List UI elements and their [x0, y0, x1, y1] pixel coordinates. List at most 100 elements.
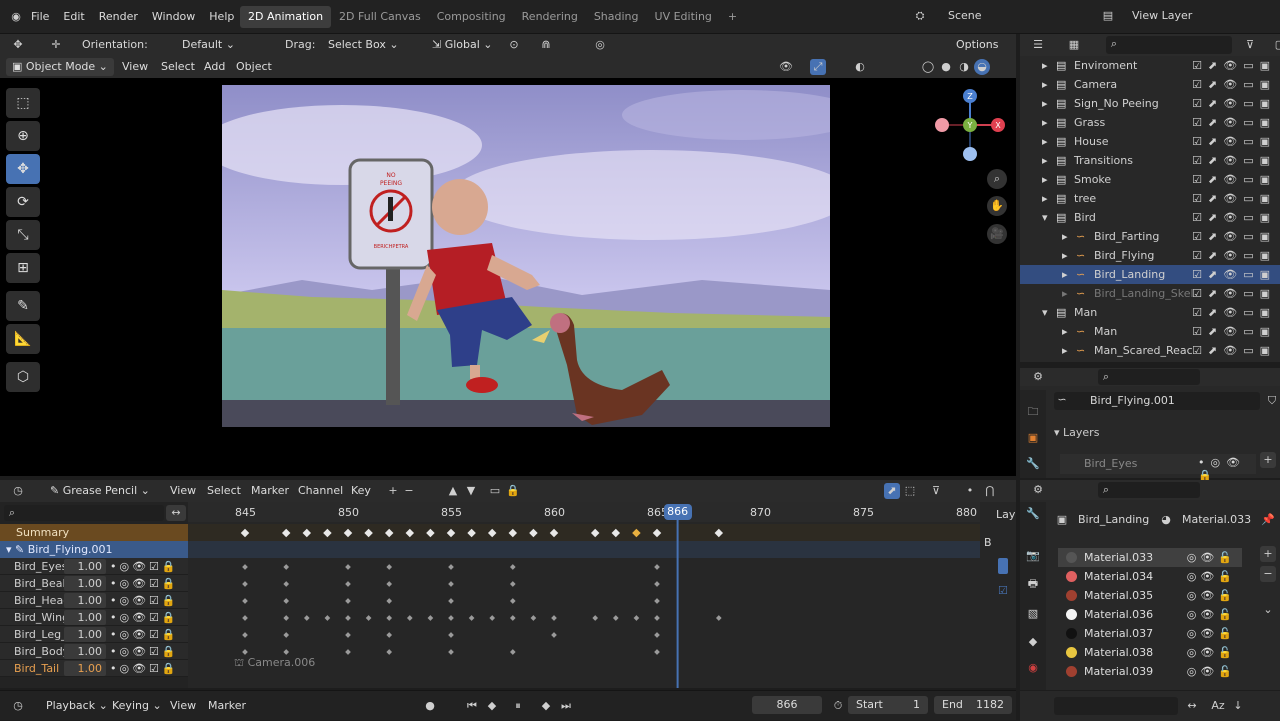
keyframe[interactable] — [343, 528, 353, 538]
keyframe[interactable] — [551, 615, 557, 621]
menu-window[interactable]: Window — [145, 0, 202, 34]
keyframe[interactable] — [654, 632, 660, 638]
keyframe[interactable] — [386, 598, 393, 604]
new-collection-icon[interactable]: ▢ — [1272, 37, 1280, 53]
material-search-input[interactable]: ⌕ — [1098, 482, 1200, 498]
scene-tab-icon[interactable]: ◆ — [1025, 634, 1041, 650]
channel-toggle-icons[interactable]: •◎👁☑🔒 — [110, 558, 179, 575]
keyframe[interactable] — [551, 632, 557, 638]
remove-layer-icon[interactable]: − — [401, 483, 417, 499]
keyframe[interactable] — [365, 615, 372, 621]
marker[interactable]: ⛫ Camera.006 — [234, 656, 315, 671]
proportional-edit-icon[interactable]: ◎ — [592, 37, 608, 53]
world-tab-icon[interactable]: ◉ — [1025, 660, 1041, 676]
filter-icon[interactable]: ⊽ — [928, 483, 944, 499]
keyframe[interactable] — [345, 564, 351, 570]
outliner-editor-type-icon[interactable]: ☰ — [1030, 37, 1046, 53]
outliner-row[interactable]: ▸ ▤ House ☑⬈👁▭▣ — [1020, 132, 1280, 151]
outliner-row[interactable]: ▾ ▤ Bird ☑⬈👁▭▣ — [1020, 208, 1280, 227]
keyframe[interactable] — [509, 615, 516, 621]
neg-z-axis-icon[interactable] — [963, 147, 977, 161]
outliner-restriction-icons[interactable]: ☑⬈👁▭▣ — [1192, 227, 1276, 246]
pause-icon[interactable]: ⏸ — [510, 698, 526, 714]
keyframe[interactable] — [345, 649, 351, 655]
material-slot[interactable]: Material.037 ◎👁🔓 — [1058, 624, 1242, 643]
outliner-row[interactable]: ▸ ▤ Grass ☑⬈👁▭▣ — [1020, 113, 1280, 132]
keyframe[interactable] — [529, 528, 538, 538]
next-keyframe-icon[interactable]: ◆ — [538, 698, 554, 714]
viewport-menu-select[interactable]: Select — [155, 58, 201, 76]
layers-section-header[interactable]: ▾ Layers — [1054, 426, 1099, 439]
keyframe[interactable] — [611, 528, 621, 538]
keyframe[interactable] — [303, 615, 310, 621]
keyframe[interactable] — [281, 528, 291, 538]
menu-file[interactable]: File — [24, 0, 56, 34]
keyframe[interactable] — [242, 581, 248, 587]
material-slot[interactable]: Material.038 ◎👁🔓 — [1058, 643, 1242, 662]
keyframe[interactable] — [386, 649, 393, 655]
expand-toggle-icon[interactable]: ▸ — [1062, 284, 1068, 303]
tab-shading[interactable]: Shading — [586, 6, 647, 28]
outliner-restriction-icons[interactable]: ☑⬈👁▭▣ — [1192, 56, 1276, 75]
keyframe[interactable] — [448, 598, 454, 604]
gizmo-toggle-icon[interactable]: ⤢ — [810, 59, 826, 75]
outliner-restriction-icons[interactable]: ☑⬈👁▭▣ — [1192, 151, 1276, 170]
expand-toggle-icon[interactable]: ▸ — [1042, 170, 1048, 189]
material-slot[interactable]: Material.036 ◎👁🔓 — [1058, 605, 1242, 624]
channel-opacity-field[interactable]: 1.00 — [64, 559, 106, 574]
outliner-restriction-icons[interactable]: ☑⬈👁▭▣ — [1192, 246, 1276, 265]
keyframe[interactable] — [652, 528, 662, 538]
view-layer-selector[interactable]: ▤ View Layer — [1100, 8, 1275, 26]
snap-icon[interactable]: ⋒ — [538, 37, 554, 53]
material-slot-toggle-icons[interactable]: ◎👁🔓 — [1187, 643, 1236, 662]
blender-logo-icon[interactable]: ◉ — [8, 9, 24, 25]
keyframe[interactable] — [632, 528, 641, 538]
keyframe[interactable] — [283, 615, 290, 621]
select-box-tool-icon[interactable]: ⬚ — [6, 88, 40, 118]
channel-row[interactable]: Bird_Head 1.00 •◎👁☑🔒 — [0, 592, 188, 609]
menu-render[interactable]: Render — [92, 0, 145, 34]
view-layer-tab-icon[interactable]: ▧ — [1025, 606, 1041, 622]
summary-channel[interactable]: Summary — [0, 524, 188, 541]
layer-row[interactable]: Bird_Eyes •◎👁🔒 — [1060, 454, 1256, 482]
keyframe[interactable] — [612, 615, 619, 621]
keyframe[interactable] — [654, 598, 660, 604]
keyframe[interactable] — [549, 528, 559, 538]
expand-toggle-icon[interactable]: ▸ — [1042, 75, 1048, 94]
cursor-tool-icon[interactable]: ⊕ — [6, 121, 40, 151]
viewport-menu-view[interactable]: View — [116, 58, 154, 76]
dopesheet-menu-select[interactable]: Select — [201, 482, 247, 500]
material-slot-toggle-icons[interactable]: ◎👁🔓 — [1187, 624, 1236, 643]
channel-toggle-icons[interactable]: •◎👁☑🔒 — [110, 660, 179, 677]
material-slot-toggle-icons[interactable]: ◎👁🔓 — [1187, 567, 1236, 586]
add-material-slot-icon[interactable]: + — [1260, 546, 1276, 562]
outliner-restriction-icons[interactable]: ☑⬈👁▭▣ — [1192, 208, 1276, 227]
keyframe[interactable] — [427, 615, 434, 621]
keyframe[interactable] — [384, 528, 394, 538]
keyframe[interactable] — [283, 632, 290, 638]
output-tab-icon[interactable]: 🖶 — [1025, 576, 1041, 592]
tab-uv-editing[interactable]: UV Editing — [647, 6, 720, 28]
mode-selector[interactable]: ▣ Object Mode ⌄ — [6, 58, 114, 76]
keyframe[interactable] — [283, 649, 290, 655]
channel-opacity-field[interactable]: 1.00 — [64, 627, 106, 642]
expand-toggle-icon[interactable]: ▸ — [1042, 56, 1048, 75]
outliner-restriction-icons[interactable]: ☑⬈👁▭▣ — [1192, 265, 1276, 284]
channel-row[interactable]: Bird_Wing 1.00 •◎👁☑🔒 — [0, 609, 188, 626]
expand-toggle-icon[interactable]: ▸ — [1042, 113, 1048, 132]
keyframe[interactable] — [487, 528, 497, 538]
menu-help[interactable]: Help — [202, 0, 241, 34]
keyframe[interactable] — [386, 564, 393, 570]
sidebar-checkbox[interactable]: ☑ — [998, 584, 1008, 597]
keyframe[interactable] — [426, 528, 435, 538]
expand-toggle-icon[interactable]: ▸ — [1042, 151, 1048, 170]
keyframe[interactable] — [448, 649, 454, 655]
object-name-field[interactable]: ∽ Bird_Flying.001 — [1054, 392, 1260, 410]
material-slot[interactable]: Material.039 ◎👁🔓 — [1058, 662, 1242, 681]
keyframe[interactable] — [448, 615, 454, 621]
timeline-menu-keying[interactable]: Keying ⌄ — [106, 697, 168, 715]
measure-tool-icon[interactable]: 📐 — [6, 324, 40, 354]
record-icon[interactable]: ● — [422, 698, 438, 714]
move-down-icon[interactable]: ▼ — [463, 483, 479, 499]
jump-start-icon[interactable]: ⏮ — [464, 698, 480, 714]
